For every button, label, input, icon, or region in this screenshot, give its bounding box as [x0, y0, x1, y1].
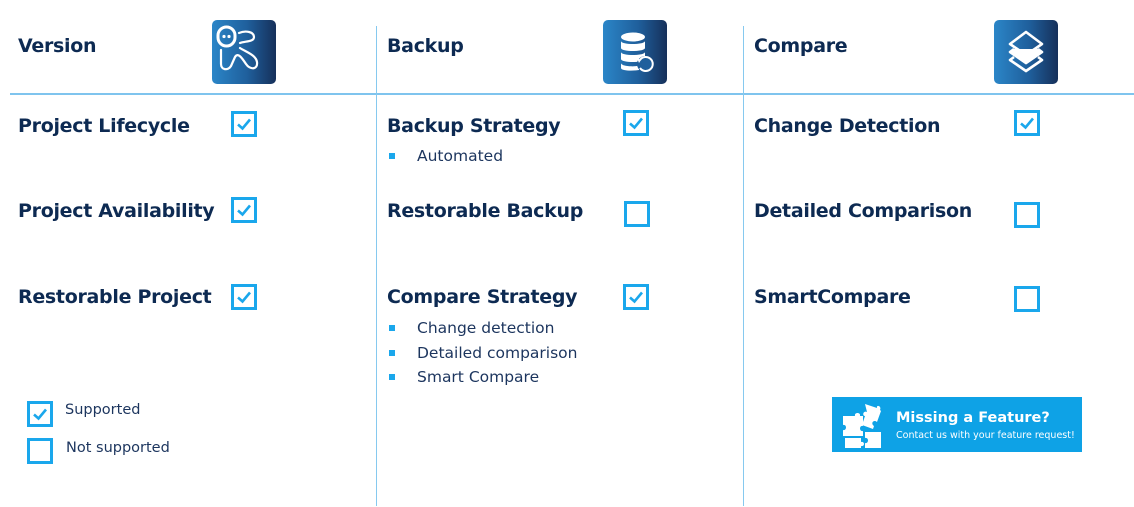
checkmark-icon [237, 118, 251, 131]
feature-compare-strategy: Compare Strategy [387, 286, 578, 308]
legend-supported-label: Supported [65, 402, 141, 418]
feature-backup-strategy: Backup Strategy [387, 115, 561, 137]
checkmark-icon [237, 291, 251, 304]
bullet-item: Detailed comparison [386, 341, 577, 366]
checkmark-icon [1020, 117, 1034, 130]
compare-strategy-bullets: Change detection Detailed comparison Sma… [386, 316, 577, 390]
supported-checkbox [623, 110, 649, 136]
supported-checkbox [231, 111, 257, 137]
supported-checkbox [231, 197, 257, 223]
feature-restorable-backup: Restorable Backup [387, 200, 583, 222]
not-supported-checkbox [624, 201, 650, 227]
checkmark-icon [33, 408, 47, 421]
column-title-version: Version [18, 35, 97, 57]
not-supported-checkbox [1014, 202, 1040, 228]
missing-feature-banner[interactable]: Missing a Feature? Contact us with your … [832, 397, 1082, 452]
supported-checkbox [1014, 110, 1040, 136]
bullet-item: Automated [386, 144, 503, 169]
bullet-icon [389, 349, 395, 356]
backup-strategy-bullets: Automated [386, 144, 503, 169]
bullet-icon [389, 153, 395, 159]
banner-subtitle: Contact us with your feature request! [896, 430, 1075, 441]
layers-icon [994, 20, 1058, 84]
legend-not-supported-checkbox [27, 438, 53, 464]
bullet-icon [389, 325, 395, 331]
bullet-item: Change detection [386, 316, 577, 341]
banner-title: Missing a Feature? [896, 410, 1050, 426]
column-title-compare: Compare [754, 35, 848, 57]
puzzle-pieces-icon [843, 404, 881, 448]
checkmark-icon [629, 117, 643, 130]
feature-smartcompare: SmartCompare [754, 286, 911, 308]
column-divider-1 [376, 26, 377, 506]
bullet-icon [389, 374, 395, 380]
supported-checkbox [623, 284, 649, 310]
database-restore-icon [603, 20, 667, 84]
header-divider [10, 93, 1134, 95]
checkmark-icon [237, 204, 251, 217]
feature-change-detection: Change Detection [754, 115, 941, 137]
feature-project-availability: Project Availability [18, 200, 215, 222]
octopus-mascot-icon [212, 20, 276, 84]
feature-detailed-comparison: Detailed Comparison [754, 200, 972, 222]
column-title-backup: Backup [387, 35, 464, 57]
feature-project-lifecycle: Project Lifecycle [18, 115, 190, 137]
bullet-item: Smart Compare [386, 365, 577, 390]
legend-supported-checkbox [27, 401, 53, 427]
checkmark-icon [629, 291, 643, 304]
not-supported-checkbox [1014, 286, 1040, 312]
feature-restorable-project: Restorable Project [18, 286, 212, 308]
legend-not-supported-label: Not supported [66, 440, 170, 456]
supported-checkbox [231, 284, 257, 310]
column-divider-2 [743, 26, 744, 506]
